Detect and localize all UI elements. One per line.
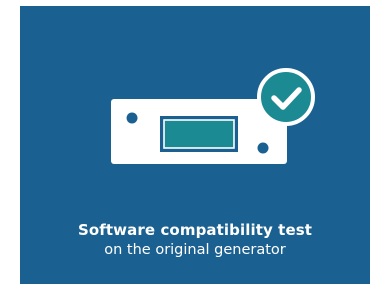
compatibility-card[interactable]: Software compatibility test on the origi… xyxy=(20,6,370,284)
card-title: Software compatibility test xyxy=(77,221,313,239)
generator-illustration xyxy=(111,68,315,164)
card-subtitle: on the original generator xyxy=(104,242,286,258)
device-knob-left xyxy=(126,112,138,124)
check-circle-icon xyxy=(257,68,315,126)
device-knob-right xyxy=(257,142,269,154)
device-screen xyxy=(163,119,235,149)
